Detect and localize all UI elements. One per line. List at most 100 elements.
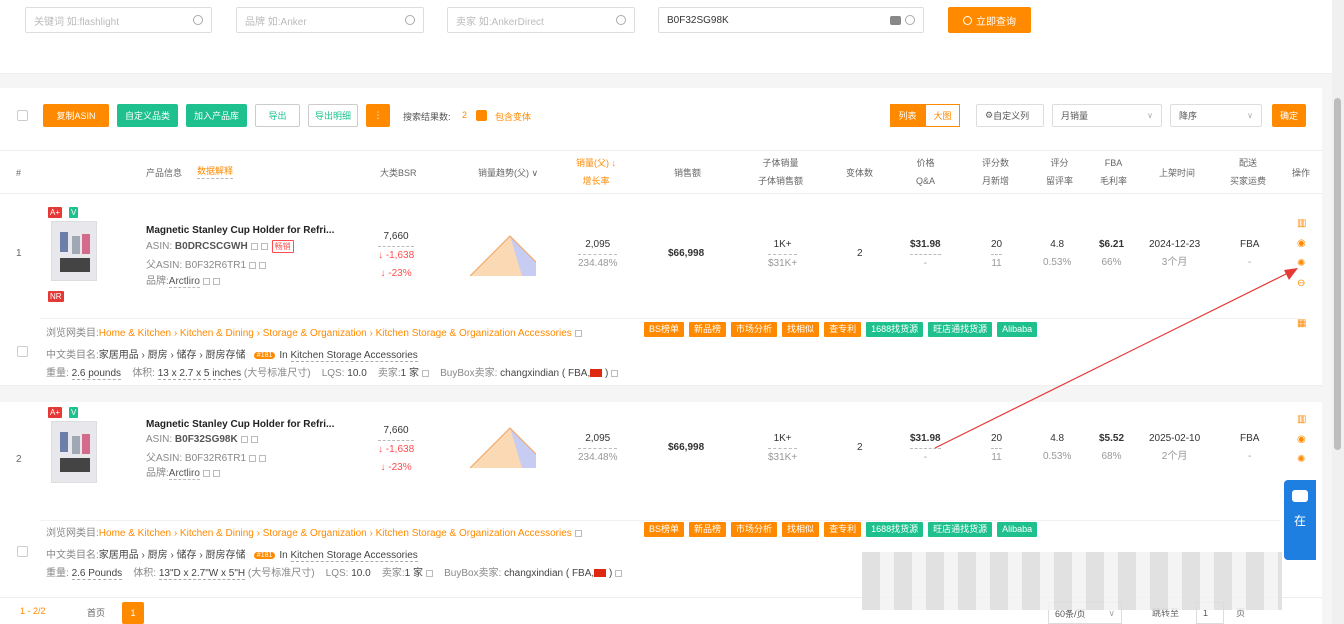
row-checkbox[interactable] — [17, 546, 28, 557]
source-1688-tag[interactable]: 1688找货源 — [866, 322, 924, 337]
copy-icon[interactable] — [202, 469, 210, 477]
include-variants-checkbox[interactable] — [476, 110, 487, 121]
alibaba-tag[interactable]: Alibaba — [997, 522, 1038, 537]
fba-header[interactable]: FBA 毛利率 — [1100, 154, 1127, 190]
minus-circle-icon[interactable]: ⊖ — [1297, 278, 1305, 289]
product-image[interactable] — [51, 221, 97, 281]
sort-order-select[interactable]: 降序 ∨ — [1170, 104, 1262, 127]
copy-icon[interactable] — [202, 277, 210, 285]
external-link-icon[interactable] — [259, 454, 267, 462]
wangdian-source-tag[interactable]: 旺店通找货源 — [928, 522, 993, 537]
location-pin-icon[interactable]: ◉ — [1297, 238, 1306, 249]
aplus-badge: A+ — [48, 407, 63, 418]
trend-header[interactable]: 销量趋势(父) ∨ — [478, 164, 538, 182]
upload-icon[interactable] — [905, 15, 915, 25]
sales-cell: 2,095 234.48% — [578, 236, 618, 273]
copy-icon[interactable] — [249, 261, 257, 269]
find-similar-tag[interactable]: 找相似 — [782, 322, 820, 337]
current-page[interactable]: 1 — [122, 602, 144, 624]
brand-link[interactable]: Arctliro — [168, 468, 200, 480]
settings-icon[interactable]: ✺ — [1297, 258, 1305, 269]
select-all-checkbox[interactable] — [17, 110, 28, 121]
new-list-tag[interactable]: 新品榜 — [689, 322, 727, 337]
product-title[interactable]: Magnetic Stanley Cup Holder for Refri... — [146, 419, 334, 430]
bs-list-tag[interactable]: BS榜单 — [644, 322, 685, 337]
external-link-icon[interactable] — [260, 242, 268, 250]
export-button[interactable]: 导出 — [255, 104, 300, 127]
result-count: 2 — [462, 110, 468, 120]
brand-input[interactable]: 品牌 如:Anker — [236, 7, 424, 33]
rating-header[interactable]: 评分 留评率 — [1046, 154, 1073, 190]
copy-asin-button[interactable]: 复制ASIN — [43, 104, 109, 127]
new-list-tag[interactable]: 新品榜 — [689, 522, 727, 537]
sales-header[interactable]: 销量(父) ↓ 增长率 — [576, 154, 616, 190]
copy-icon[interactable] — [240, 435, 248, 443]
vertical-scrollbar[interactable] — [1332, 0, 1344, 624]
external-link-icon[interactable] — [212, 469, 220, 477]
fba-cell: $5.52 68% — [1099, 433, 1125, 462]
alibaba-tag[interactable]: Alibaba — [997, 322, 1038, 337]
camera-icon[interactable] — [890, 15, 901, 25]
bs-list-tag[interactable]: BS榜单 — [644, 522, 685, 537]
data-explain-link[interactable]: 数据解释 — [197, 164, 234, 179]
market-analysis-tag[interactable]: 市场分析 — [731, 322, 778, 337]
patent-tag[interactable]: 查专利 — [824, 322, 862, 337]
chart-icon[interactable]: ▥ — [1297, 414, 1306, 425]
sort-field-select[interactable]: 月销量 ∨ — [1052, 104, 1162, 127]
export-detail-button[interactable]: 导出明细 — [308, 104, 358, 127]
upload-icon[interactable] — [193, 15, 203, 25]
asin-input[interactable]: B0F32SG98K — [658, 7, 924, 33]
row-checkbox[interactable] — [17, 346, 28, 357]
bsr-cell: 7,660 ↓ -1,638 ↓ -23% — [378, 228, 415, 283]
external-link-icon[interactable] — [615, 569, 623, 577]
price-header[interactable]: 价格 Q&A — [916, 154, 935, 190]
reviews-header[interactable]: 评分数 月新增 — [982, 154, 1009, 190]
child-sales-header[interactable]: 子体销量 子体销售额 — [758, 154, 803, 190]
view-grid-button[interactable]: 大图 — [925, 104, 960, 127]
first-page-link[interactable]: 首页 — [87, 606, 105, 619]
page-range: 1 - 2/2 — [20, 606, 46, 616]
settings-icon[interactable]: ✺ — [1297, 454, 1305, 465]
keyword-input[interactable]: 关键词 如:flashlight — [25, 7, 212, 33]
sales-trend-chart[interactable] — [470, 232, 540, 278]
more-button[interactable]: ⋮ — [366, 104, 390, 127]
calendar-icon[interactable]: ▦ — [1297, 318, 1306, 329]
cn-category-line: 中文类目名:家居用品 › 厨房 › 储存 › 厨房存储 #181 In Kitch… — [46, 350, 418, 362]
custom-category-button[interactable]: 自定义品类 — [117, 104, 178, 127]
custom-columns-button[interactable]: ⚙ 自定义列 — [976, 104, 1044, 127]
market-analysis-tag[interactable]: 市场分析 — [731, 522, 778, 537]
patent-tag[interactable]: 查专利 — [824, 522, 862, 537]
external-link-icon[interactable] — [611, 369, 619, 377]
chart-icon[interactable]: ▥ — [1297, 218, 1306, 229]
upload-icon[interactable] — [616, 15, 626, 25]
delivery-header[interactable]: 配送 买家运费 — [1230, 154, 1266, 190]
brand-link[interactable]: Arctliro — [168, 276, 200, 288]
location-pin-icon[interactable]: ◉ — [1297, 434, 1306, 445]
product-image[interactable] — [51, 421, 97, 483]
upload-icon[interactable] — [405, 15, 415, 25]
search-button[interactable]: 立即查询 — [948, 7, 1031, 33]
price-cell: $31.98 - — [910, 236, 941, 273]
external-link-icon[interactable] — [212, 277, 220, 285]
copy-icon[interactable] — [250, 242, 258, 250]
external-link-icon[interactable] — [574, 329, 582, 337]
external-link-icon[interactable] — [422, 369, 430, 377]
confirm-button[interactable]: 确定 — [1272, 104, 1306, 127]
source-1688-tag[interactable]: 1688找货源 — [866, 522, 924, 537]
copy-icon[interactable] — [249, 454, 257, 462]
external-link-icon[interactable] — [574, 529, 582, 537]
find-similar-tag[interactable]: 找相似 — [782, 522, 820, 537]
sales-trend-chart[interactable] — [470, 424, 540, 470]
seller-input[interactable]: 卖家 如:AnkerDirect — [447, 7, 635, 33]
external-link-icon[interactable] — [425, 569, 433, 577]
external-link-icon[interactable] — [259, 261, 267, 269]
spec-line: 重量: 2.6 pounds 体积: 13 x 2.7 x 5 inches (… — [46, 364, 619, 380]
scroll-thumb[interactable] — [1334, 98, 1341, 450]
view-list-button[interactable]: 列表 — [890, 104, 925, 127]
search-icon — [963, 15, 972, 25]
external-link-icon[interactable] — [250, 435, 258, 443]
wangdian-source-tag[interactable]: 旺店通找货源 — [928, 322, 993, 337]
product-title[interactable]: Magnetic Stanley Cup Holder for Refri... — [146, 225, 334, 236]
add-to-library-button[interactable]: 加入产品库 — [186, 104, 247, 127]
floating-chat-widget[interactable]: 在 — [1284, 480, 1316, 560]
